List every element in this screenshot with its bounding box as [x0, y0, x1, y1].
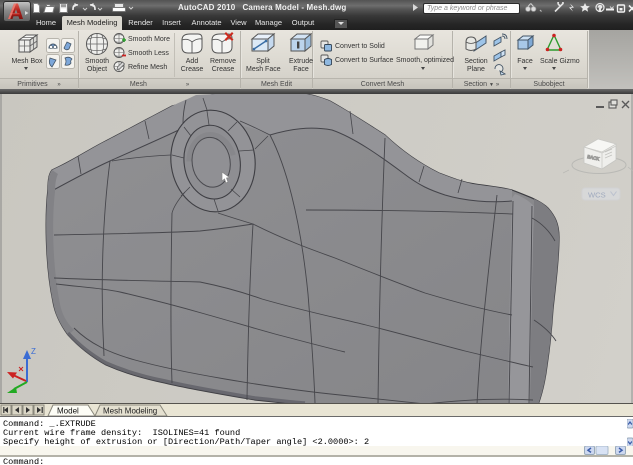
svg-text:WCS: WCS — [588, 191, 606, 200]
svg-text:?: ? — [598, 6, 602, 13]
svg-text:Model: Model — [57, 407, 79, 416]
svg-text:Z: Z — [31, 347, 36, 356]
svg-text:Mesh Modeling: Mesh Modeling — [103, 407, 157, 416]
